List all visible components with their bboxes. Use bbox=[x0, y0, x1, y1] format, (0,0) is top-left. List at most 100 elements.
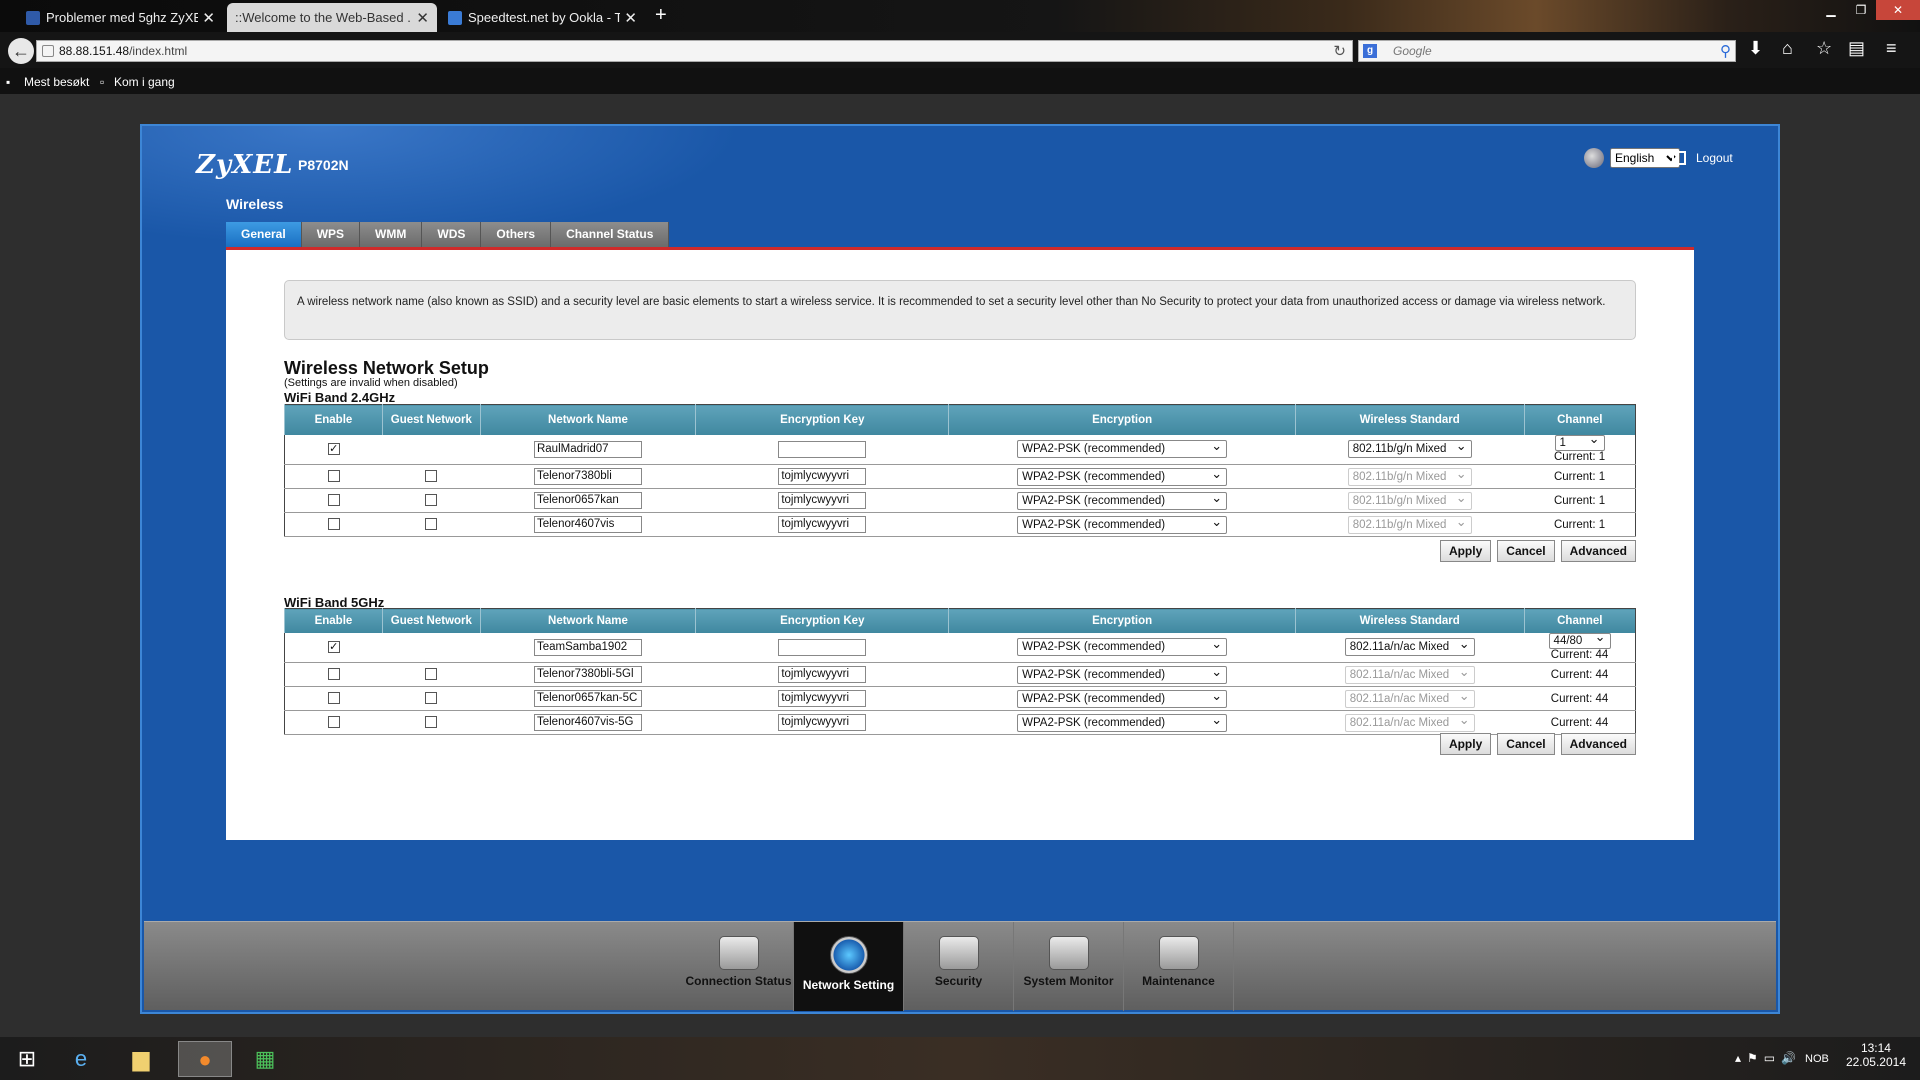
new-tab-button[interactable]: + bbox=[655, 4, 667, 27]
enable-checkbox[interactable]: ✓ bbox=[327, 641, 340, 654]
standard-select: 802.11a/n/ac Mixed bbox=[1344, 688, 1475, 708]
tray-language[interactable]: NOB bbox=[1805, 1053, 1829, 1065]
encryption-key-input[interactable]: tojmlycwyyvri bbox=[778, 690, 867, 707]
guest-checkbox[interactable] bbox=[425, 692, 438, 705]
bookmark-star-icon[interactable]: ☆ bbox=[1816, 38, 1832, 59]
minimize-icon[interactable]: ▁ bbox=[1816, 0, 1846, 20]
tab-speedtest[interactable]: Speedtest.net by Ookla - T... ✕ bbox=[440, 3, 645, 32]
advanced-button[interactable]: Advanced bbox=[1560, 540, 1636, 562]
network-name-input[interactable]: TeamSamba1902 bbox=[533, 638, 642, 656]
tray-clock[interactable]: 13:14 22.05.2014 bbox=[1846, 1041, 1906, 1069]
nav-security[interactable]: Security bbox=[904, 922, 1014, 1011]
guest-checkbox[interactable] bbox=[425, 518, 438, 531]
network-name-input[interactable]: Telenor4607vis bbox=[533, 516, 642, 533]
encryption-select[interactable]: WPA2-PSK (recommended) bbox=[1017, 664, 1228, 684]
encryption-select[interactable]: WPA2-PSK (recommended) bbox=[1017, 636, 1228, 657]
encryption-select[interactable]: WPA2-PSK (recommended) bbox=[1017, 490, 1228, 510]
encryption-key-input[interactable] bbox=[778, 638, 867, 656]
table-header: Enable Guest Network Network Name Encryp… bbox=[284, 608, 1636, 633]
apply-button[interactable]: Apply bbox=[1439, 733, 1492, 755]
nav-network-setting[interactable]: Network Setting bbox=[794, 922, 904, 1011]
back-arrow-icon[interactable]: ← bbox=[8, 38, 34, 64]
encryption-select[interactable]: WPA2-PSK (recommended) bbox=[1017, 688, 1228, 708]
tab-channel-status[interactable]: Channel Status bbox=[551, 222, 670, 247]
tray-icons[interactable]: ▴⚑▭🔊 bbox=[1735, 1051, 1802, 1065]
band-24-buttons: Apply Cancel Advanced bbox=[1439, 540, 1636, 562]
search-bar[interactable]: g Google ⚲ bbox=[1358, 40, 1736, 62]
logout-button[interactable]: Logout bbox=[1672, 151, 1733, 165]
enable-checkbox[interactable] bbox=[327, 716, 340, 729]
encryption-select[interactable]: WPA2-PSK (recommended) bbox=[1017, 438, 1228, 459]
firefox-icon[interactable]: ● bbox=[178, 1041, 232, 1077]
enable-checkbox[interactable] bbox=[327, 668, 340, 681]
enable-checkbox[interactable] bbox=[327, 470, 340, 483]
tab-problemer[interactable]: Problemer med 5ghz ZyXE... ✕ bbox=[18, 3, 223, 32]
close-tab-icon[interactable]: ✕ bbox=[624, 9, 637, 27]
bookmarks-list-icon[interactable]: ▤ bbox=[1848, 38, 1865, 59]
encryption-select[interactable]: WPA2-PSK (recommended) bbox=[1017, 514, 1228, 534]
enable-checkbox[interactable]: ✓ bbox=[327, 443, 340, 456]
network-name-input[interactable]: Telenor0657kan bbox=[533, 492, 642, 509]
tab-others[interactable]: Others bbox=[481, 222, 552, 247]
guest-checkbox[interactable] bbox=[425, 716, 438, 729]
encryption-key-input[interactable]: tojmlycwyyvri bbox=[778, 492, 867, 509]
network-name-input[interactable]: Telenor0657kan-5C bbox=[533, 690, 642, 707]
url-bar[interactable]: 88.88.151.48/index.html ↻ bbox=[36, 40, 1353, 62]
enable-checkbox[interactable] bbox=[327, 494, 340, 507]
encryption-key-input[interactable]: tojmlycwyyvri bbox=[778, 666, 867, 683]
store-icon[interactable]: ▦ bbox=[238, 1041, 292, 1077]
globe-icon bbox=[1584, 148, 1604, 168]
encryption-select[interactable]: WPA2-PSK (recommended) bbox=[1017, 712, 1228, 732]
reload-icon[interactable]: ↻ bbox=[1333, 42, 1346, 60]
encryption-key-input[interactable] bbox=[778, 440, 867, 458]
close-window-icon[interactable]: ✕ bbox=[1876, 0, 1920, 20]
tab-wps[interactable]: WPS bbox=[301, 222, 361, 247]
ie-icon[interactable]: e bbox=[54, 1041, 108, 1077]
col-guest: Guest Network bbox=[381, 404, 481, 435]
close-tab-icon[interactable]: ✕ bbox=[416, 9, 429, 27]
bookmark-kom-i-gang[interactable]: Kom i gang bbox=[114, 75, 175, 89]
tab-wds[interactable]: WDS bbox=[422, 222, 482, 247]
enable-checkbox[interactable] bbox=[327, 692, 340, 705]
encryption-key-input[interactable]: tojmlycwyyvri bbox=[778, 468, 867, 485]
network-name-input[interactable]: Telenor4607vis-5G bbox=[533, 714, 642, 731]
standard-select[interactable]: 802.11b/g/n Mixed bbox=[1347, 438, 1472, 459]
download-icon[interactable]: ⬇ bbox=[1748, 38, 1763, 59]
tab-router[interactable]: ::Welcome to the Web-Based ... ✕ bbox=[227, 3, 437, 32]
channel-select[interactable]: 1 bbox=[1554, 433, 1605, 452]
tab-wmm[interactable]: WMM bbox=[360, 222, 423, 247]
explorer-icon[interactable]: ▆ bbox=[114, 1041, 168, 1077]
col-key: Encryption Key bbox=[695, 404, 949, 435]
network-name-input[interactable]: RaulMadrid07 bbox=[533, 440, 642, 458]
cancel-button[interactable]: Cancel bbox=[1497, 733, 1555, 755]
enable-checkbox[interactable] bbox=[327, 518, 340, 531]
nav-system-monitor[interactable]: System Monitor bbox=[1014, 922, 1124, 1011]
standard-select[interactable]: 802.11a/n/ac Mixed bbox=[1344, 636, 1475, 657]
close-tab-icon[interactable]: ✕ bbox=[202, 9, 215, 27]
start-icon[interactable]: ⊞ bbox=[0, 1041, 54, 1077]
home-icon[interactable]: ⌂ bbox=[1782, 38, 1793, 59]
menu-icon[interactable]: ≡ bbox=[1886, 38, 1897, 59]
search-icon[interactable]: ⚲ bbox=[1720, 42, 1731, 60]
guest-checkbox[interactable] bbox=[425, 668, 438, 681]
cancel-button[interactable]: Cancel bbox=[1497, 540, 1555, 562]
language-select[interactable]: English bbox=[1610, 148, 1680, 168]
guest-checkbox[interactable] bbox=[425, 494, 438, 507]
nav-connection-status[interactable]: Connection Status bbox=[684, 922, 794, 1011]
encryption-select[interactable]: WPA2-PSK (recommended) bbox=[1017, 466, 1228, 486]
advanced-button[interactable]: Advanced bbox=[1560, 733, 1636, 755]
tab-general[interactable]: General bbox=[226, 222, 302, 247]
guest-checkbox[interactable] bbox=[425, 470, 438, 483]
network-name-input[interactable]: Telenor7380bli-5Gl bbox=[533, 666, 642, 683]
clock-time: 13:14 bbox=[1860, 1041, 1891, 1055]
apply-button[interactable]: Apply bbox=[1439, 540, 1492, 562]
google-icon[interactable]: g bbox=[1363, 44, 1377, 58]
restore-icon[interactable]: ❐ bbox=[1846, 0, 1876, 20]
bookmark-mest-besokt[interactable]: Mest besøkt bbox=[24, 75, 89, 89]
settings-panel: A wireless network name (also known as S… bbox=[226, 250, 1694, 840]
channel-select[interactable]: 44/80 bbox=[1548, 631, 1611, 650]
encryption-key-input[interactable]: tojmlycwyyvri bbox=[778, 714, 867, 731]
nav-maintenance[interactable]: Maintenance bbox=[1124, 922, 1234, 1011]
encryption-key-input[interactable]: tojmlycwyyvri bbox=[778, 516, 867, 533]
network-name-input[interactable]: Telenor7380bli bbox=[533, 468, 642, 485]
